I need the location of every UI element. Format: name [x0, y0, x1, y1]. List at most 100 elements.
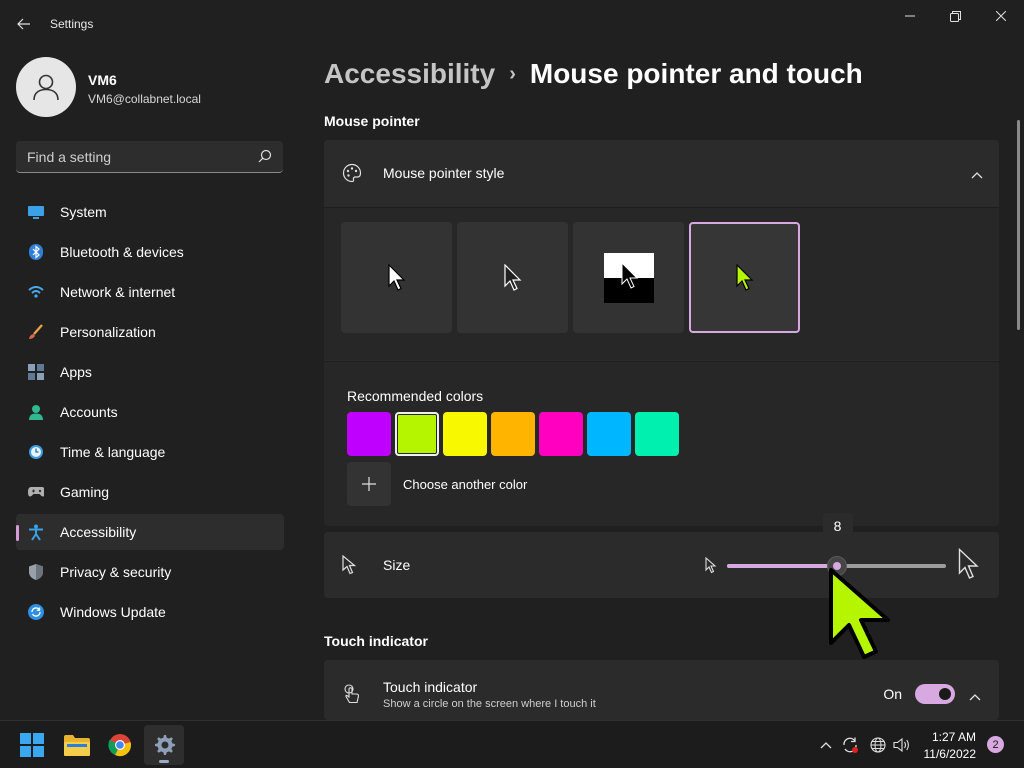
sidebar-nav: System Bluetooth & devices Network & int… [16, 194, 284, 634]
chevron-up-icon[interactable] [971, 166, 983, 184]
restore-icon [949, 10, 961, 22]
large-cursor-icon [958, 547, 980, 585]
color-swatch[interactable] [587, 412, 631, 456]
sidebar-item-label: Apps [60, 364, 92, 380]
breadcrumb-parent-link[interactable]: Accessibility [324, 58, 495, 90]
clock-globe-icon [28, 444, 44, 460]
color-swatch[interactable] [539, 412, 583, 456]
recommended-colors-section: Recommended colors Choose another color [324, 361, 999, 526]
touch-indicator-toggle[interactable] [915, 684, 955, 704]
sidebar-item-label: Privacy & security [60, 564, 172, 580]
start-button[interactable] [12, 725, 52, 765]
cursor-inverted-icon [603, 252, 654, 303]
small-cursor-icon [705, 556, 717, 579]
title-bar: Settings [0, 0, 1024, 48]
palette-icon [342, 163, 362, 188]
sidebar-item-privacy[interactable]: Privacy & security [16, 554, 284, 590]
restore-button[interactable] [932, 0, 978, 32]
cursor-white-icon [387, 263, 405, 291]
notification-badge[interactable]: 2 [987, 736, 1004, 753]
plus-icon [362, 477, 376, 491]
minimize-button[interactable] [887, 0, 933, 32]
color-swatch[interactable] [491, 412, 535, 456]
settings-app-button[interactable] [144, 725, 184, 765]
pointer-style-inverted[interactable] [573, 222, 684, 333]
size-slider-fill [727, 564, 837, 568]
touch-indicator-card[interactable]: Touch indicator Show a circle on the scr… [324, 660, 999, 720]
search-input[interactable] [27, 148, 247, 165]
sidebar-item-label: Time & language [60, 444, 166, 460]
person-icon [33, 74, 59, 101]
user-name: VM6 [88, 72, 117, 88]
toggle-state-label: On [883, 686, 902, 702]
search-icon[interactable] [258, 149, 272, 168]
sidebar-item-label: Personalization [60, 324, 156, 340]
sync-icon[interactable] [840, 735, 860, 755]
file-explorer-button[interactable] [57, 725, 97, 765]
sidebar-item-label: Accounts [60, 404, 118, 420]
clock-time[interactable]: 1:27 AM [932, 730, 976, 744]
close-button[interactable] [978, 0, 1024, 32]
pointer-style-options [324, 207, 999, 360]
close-icon [996, 11, 1006, 21]
chevron-up-icon[interactable] [969, 688, 981, 706]
color-swatch[interactable] [443, 412, 487, 456]
add-color-button[interactable] [347, 462, 391, 506]
gear-icon [155, 735, 175, 755]
sidebar-item-label: Windows Update [60, 604, 166, 620]
update-icon [28, 604, 44, 620]
cursor-black-icon [503, 263, 521, 291]
bluetooth-icon [28, 244, 44, 260]
sidebar-item-label: Bluetooth & devices [60, 244, 184, 260]
back-button[interactable] [8, 8, 40, 40]
folder-icon [64, 735, 90, 756]
arrow-left-icon [17, 18, 30, 30]
sidebar-item-accounts[interactable]: Accounts [16, 394, 284, 430]
chevron-up-icon[interactable] [816, 735, 836, 755]
mouse-pointer-style-card: Mouse pointer style Recommended colors C… [324, 140, 999, 526]
sidebar-item-apps[interactable]: Apps [16, 354, 284, 390]
mouse-pointer-style-header[interactable]: Mouse pointer style [324, 140, 999, 206]
mouse-cursor-icon [828, 567, 896, 666]
pointer-style-white[interactable] [341, 222, 452, 333]
color-swatch[interactable] [395, 412, 439, 456]
sidebar-item-label: Accessibility [60, 524, 137, 540]
color-swatch[interactable] [347, 412, 391, 456]
section-title-mouse-pointer: Mouse pointer [324, 113, 420, 129]
avatar[interactable] [16, 57, 76, 117]
sidebar-item-label: System [60, 204, 107, 220]
speaker-icon[interactable] [892, 735, 912, 755]
touch-indicator-label: Touch indicator [383, 679, 478, 695]
person-icon [28, 404, 44, 420]
scrollbar[interactable] [1017, 120, 1020, 330]
chrome-icon [108, 734, 131, 757]
sidebar-item-label: Gaming [60, 484, 110, 500]
sidebar-item-network[interactable]: Network & internet [16, 274, 284, 310]
search-box[interactable] [16, 141, 283, 173]
sidebar-item-system[interactable]: System [16, 194, 284, 230]
breadcrumb: Accessibility › Mouse pointer and touch [324, 58, 863, 90]
size-row: Size 8 [324, 513, 999, 598]
sidebar-item-windows-update[interactable]: Windows Update [16, 594, 284, 630]
chrome-button[interactable] [100, 725, 140, 765]
wifi-icon [28, 284, 44, 300]
clock-date[interactable]: 11/6/2022 [924, 747, 977, 761]
sidebar-item-time-language[interactable]: Time & language [16, 434, 284, 470]
sidebar-item-bluetooth[interactable]: Bluetooth & devices [16, 234, 284, 270]
pointer-style-black[interactable] [457, 222, 568, 333]
brush-icon [28, 324, 44, 340]
app-title: Settings [50, 17, 94, 31]
recommended-colors-label: Recommended colors [347, 388, 484, 404]
sidebar-item-personalization[interactable]: Personalization [16, 314, 284, 350]
minimize-icon [905, 15, 915, 17]
sidebar-item-accessibility[interactable]: Accessibility [16, 514, 284, 550]
choose-another-color-label: Choose another color [403, 477, 528, 492]
touch-hand-icon [343, 684, 361, 709]
system-icon [28, 204, 44, 220]
size-label: Size [383, 557, 411, 573]
shield-icon [28, 564, 44, 580]
globe-icon[interactable] [868, 735, 888, 755]
pointer-style-custom[interactable] [689, 222, 800, 333]
sidebar-item-gaming[interactable]: Gaming [16, 474, 284, 510]
color-swatch[interactable] [635, 412, 679, 456]
